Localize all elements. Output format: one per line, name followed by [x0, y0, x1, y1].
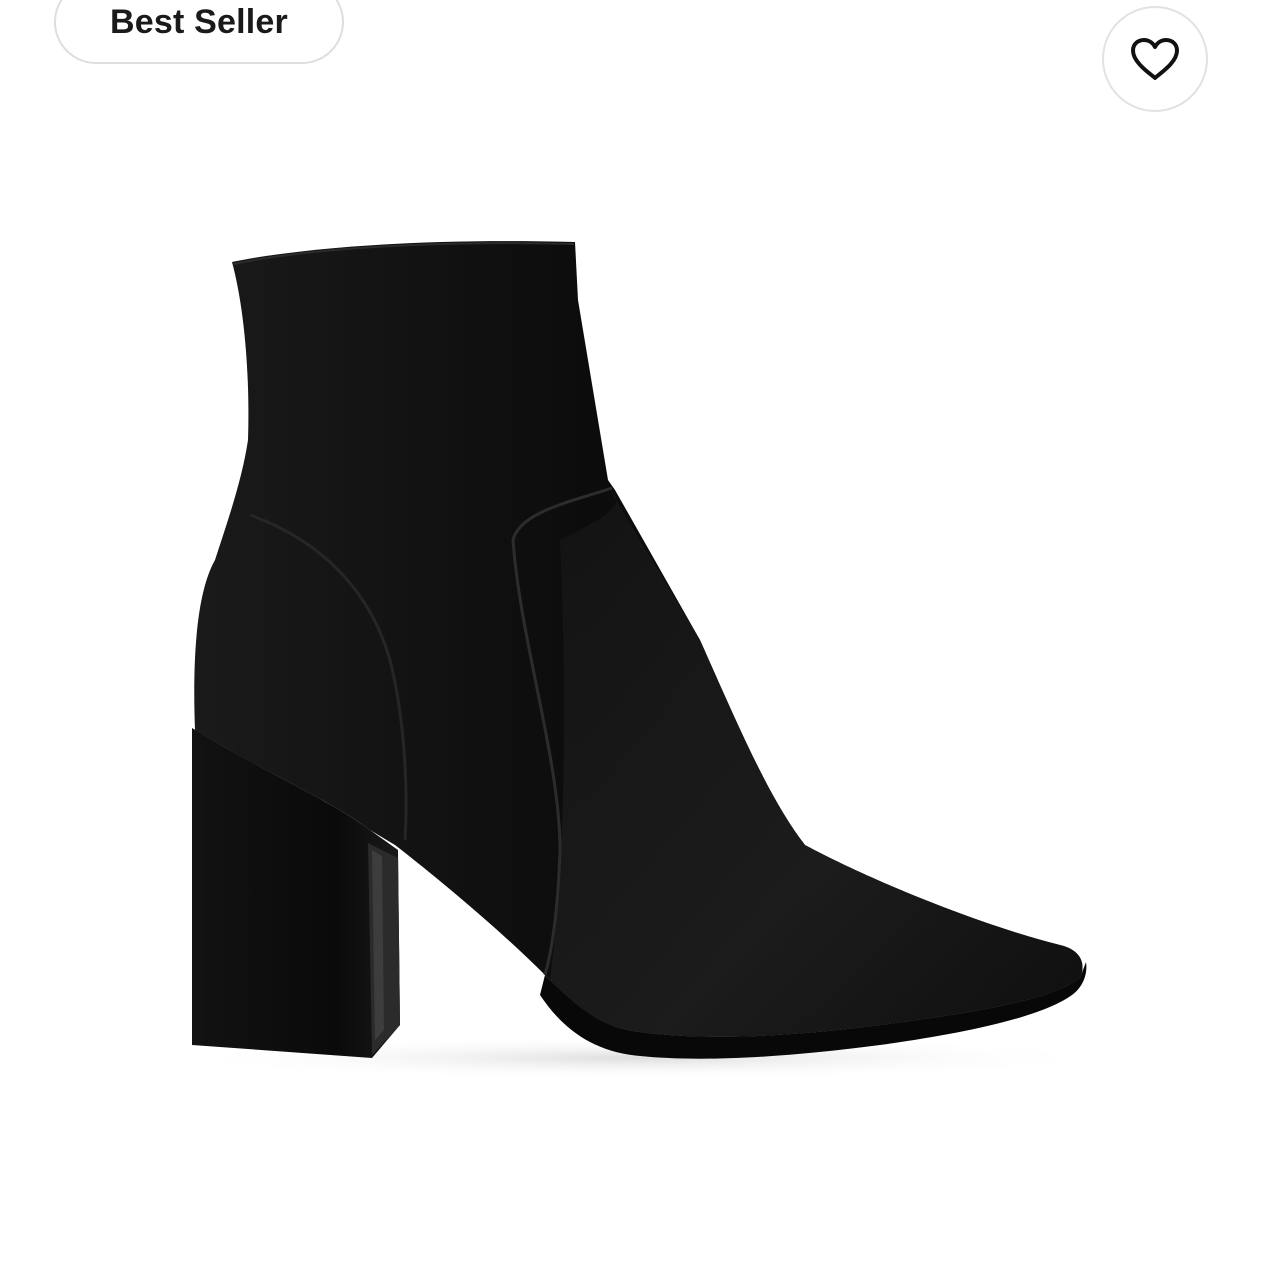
product-card[interactable]: Best Seller: [0, 0, 1280, 1280]
product-image[interactable]: [0, 0, 1280, 1280]
best-seller-label: Best Seller: [110, 3, 288, 41]
heart-outline-icon: [1131, 38, 1179, 80]
favorite-button[interactable]: [1102, 6, 1208, 112]
best-seller-badge: Best Seller: [54, 0, 344, 64]
toe-panel: [550, 490, 1083, 1037]
